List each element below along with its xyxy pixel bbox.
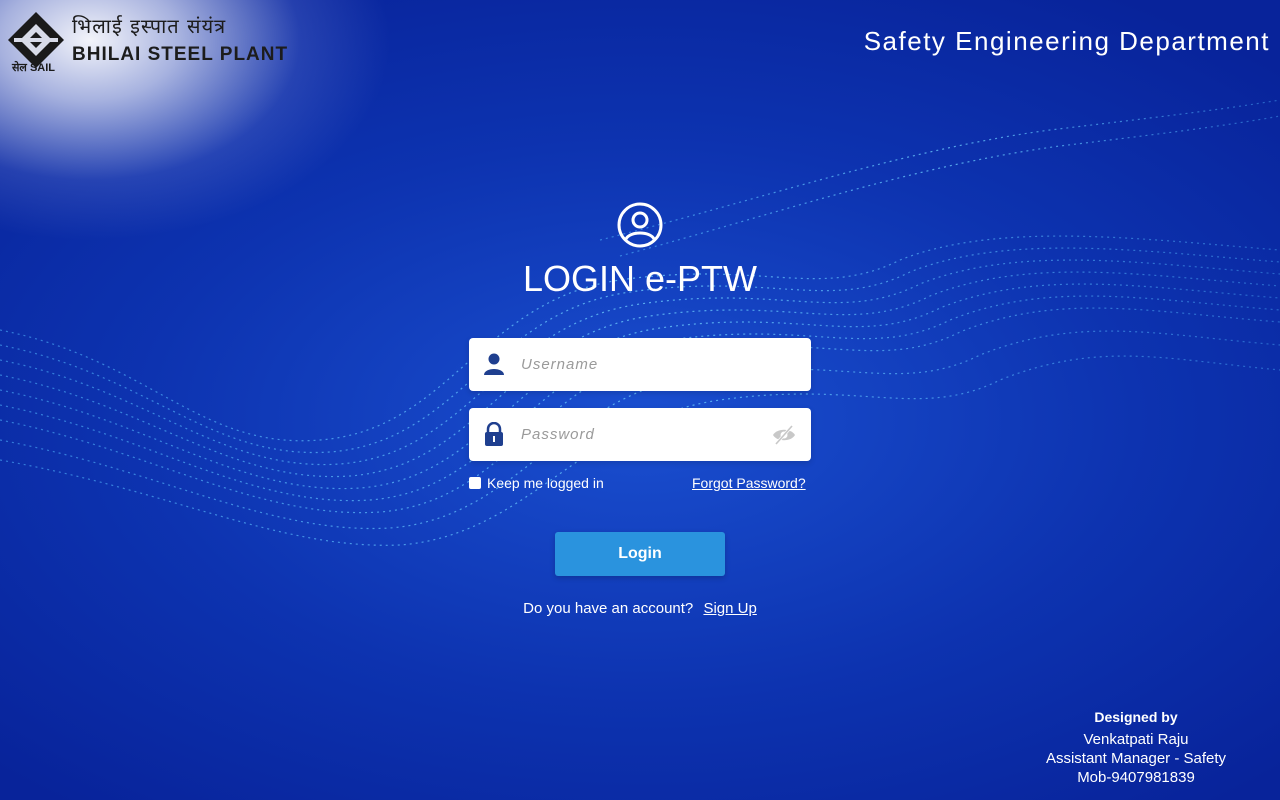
login-title: LOGIN e-PTW [522,258,758,299]
eye-slash-icon[interactable] [771,423,797,447]
company-logo: सेल SAIL भिलाई इस्पात संयंत्र BHILAI STE… [4,8,287,78]
designer-designation: Assistant Manager - Safety [1045,750,1227,767]
password-input[interactable] [521,408,761,461]
username-field[interactable] [469,338,811,391]
login-button[interactable]: Login [555,532,725,576]
account-question: Do you have an account? [523,600,694,617]
signup-link[interactable]: Sign Up [703,600,756,617]
plant-name-hindi: भिलाई इस्पात संयंत्र [72,14,227,38]
forgot-password-link[interactable]: Forgot Password? [692,475,806,491]
user-circle-icon [617,202,663,248]
designer-name: Venkatpati Raju [1083,731,1189,748]
user-icon [484,353,504,375]
designer-mobile: Mob-9407981839 [1077,769,1195,786]
keep-logged-in-checkbox[interactable] [469,477,481,489]
designer-credits: Designed by Venkatpati Raju Assistant Ma… [1000,708,1272,787]
credits-heading: Designed by [1094,709,1178,725]
plant-name-english: BHILAI STEEL PLANT [72,44,289,65]
username-input[interactable] [521,338,761,391]
signup-prompt: Do you have an account? Sign Up [440,600,840,617]
lock-icon [485,422,503,446]
particle-wave-graphic [0,99,1280,546]
department-title: Safety Engineering Department [863,26,1270,56]
keep-logged-in-label[interactable]: Keep me logged in [487,475,604,491]
background [0,0,1280,800]
sail-label: सेल SAIL [12,62,56,74]
password-field[interactable] [469,408,811,461]
